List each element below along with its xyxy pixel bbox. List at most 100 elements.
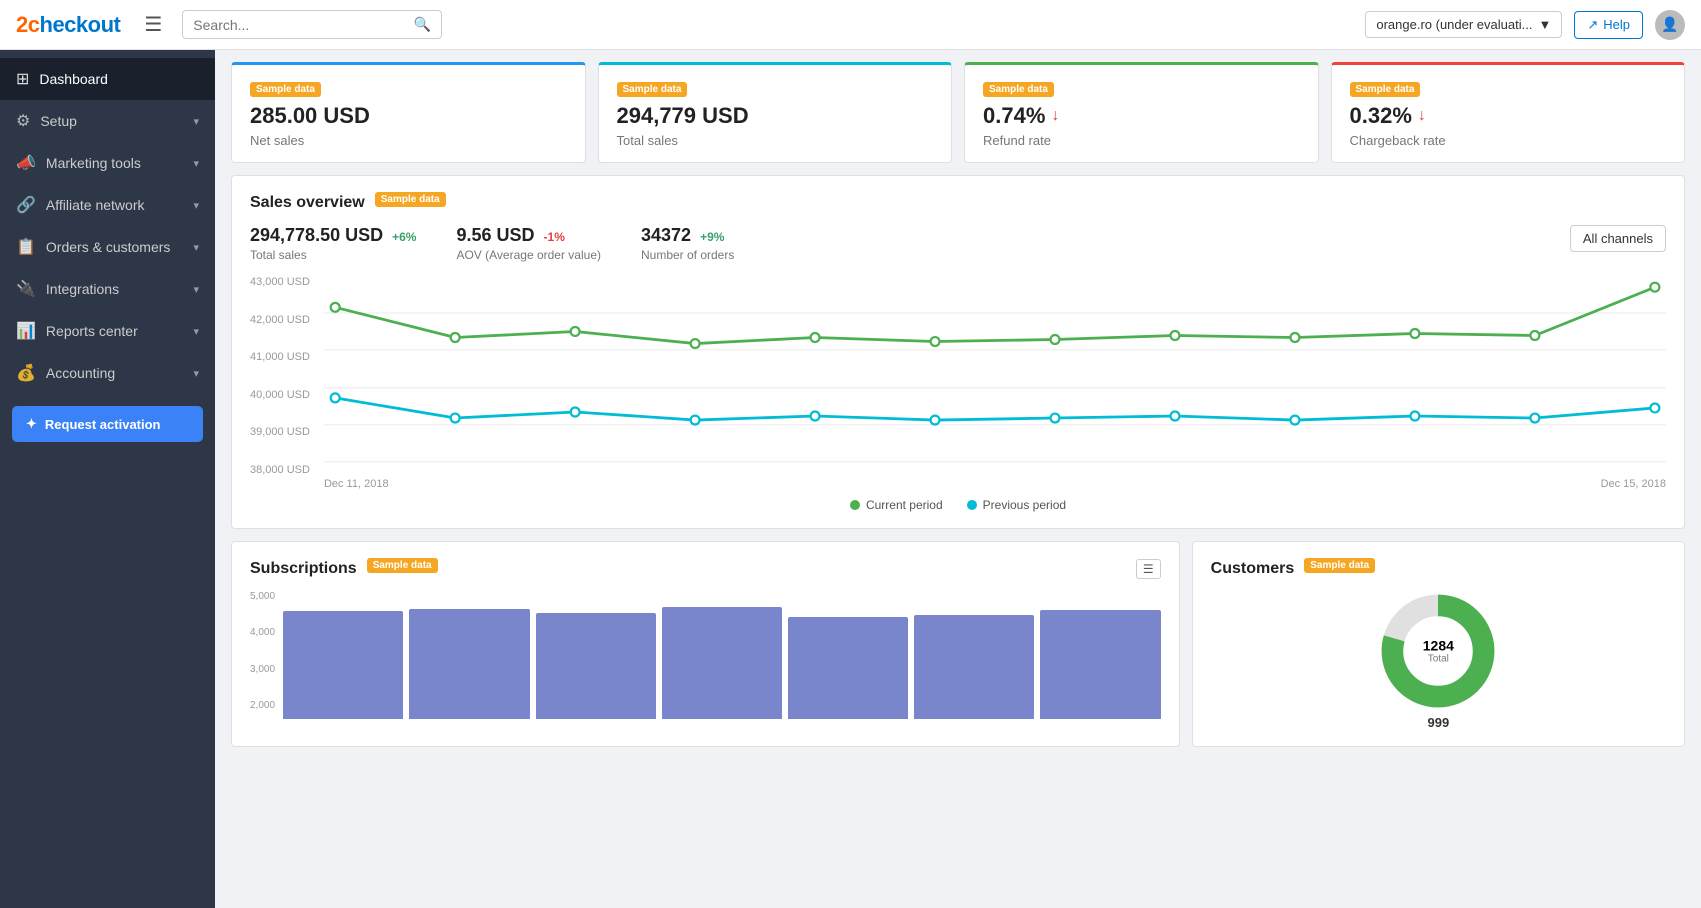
metric-label-0: Net sales	[250, 133, 567, 148]
subscriptions-bar-chart: 5,000 4,000 3,000 2,000	[250, 591, 1161, 719]
metric-card-0: Sample data 285.00 USD Net sales	[231, 62, 586, 163]
chart-y-label: 42,000 USD	[250, 314, 310, 326]
subscriptions-menu-icon[interactable]: ☰	[1136, 559, 1161, 579]
sub-y-label: 5,000	[250, 591, 275, 602]
sidebar-label-orders-customers: Orders & customers	[46, 239, 184, 255]
customers-header: Customers Sample data	[1211, 558, 1666, 579]
chevron-icon: ▾	[193, 199, 199, 212]
sales-stats-row: 294,778.50 USD +6% Total sales 9.56 USD …	[250, 225, 1666, 262]
sidebar-item-setup[interactable]: ⚙ Setup ▾	[0, 100, 215, 142]
chart-y-axis: 43,000 USD42,000 USD41,000 USD40,000 USD…	[250, 276, 316, 476]
trend-icon-2: ↓	[1051, 107, 1059, 125]
logo[interactable]: 2checkout	[16, 12, 120, 38]
sidebar-item-affiliate-network[interactable]: 🔗 Affiliate network ▾	[0, 184, 215, 226]
account-selector[interactable]: orange.ro (under evaluati... ▼	[1365, 11, 1562, 38]
subscription-bar-2	[536, 613, 656, 719]
customers-segment-value: 999	[1427, 715, 1449, 730]
all-channels-button[interactable]: All channels	[1570, 225, 1666, 252]
account-label: orange.ro (under evaluati...	[1376, 17, 1532, 32]
request-activation-button[interactable]: ✦ Request activation	[12, 406, 203, 442]
sidebar-icon-dashboard: ⊞	[16, 69, 29, 89]
user-icon: 👤	[1661, 16, 1678, 33]
subscription-bar-6	[1040, 610, 1160, 719]
chevron-icon: ▾	[193, 325, 199, 338]
metric-label-1: Total sales	[617, 133, 934, 148]
chart-legend: Current period Previous period	[250, 498, 1666, 512]
subscription-bar-0	[283, 611, 403, 719]
main-content: Sample data 285.00 USD Net sales Sample …	[215, 50, 1701, 908]
metric-value-3: 0.32% ↓	[1350, 103, 1667, 129]
sub-y-label: 4,000	[250, 627, 275, 638]
sidebar-icon-integrations: 🔌	[16, 279, 36, 299]
customers-card: Customers Sample data 1284 Total	[1192, 541, 1685, 747]
chevron-icon: ▾	[193, 283, 199, 296]
bottom-row: Subscriptions Sample data ☰ 5,000 4,000 3,…	[231, 541, 1685, 747]
sidebar-item-dashboard[interactable]: ⊞ Dashboard	[0, 58, 215, 100]
metric-label-2: Refund rate	[983, 133, 1300, 148]
sidebar-item-orders-customers[interactable]: 📋 Orders & customers ▾	[0, 226, 215, 268]
subscriptions-badge: Sample data	[367, 558, 438, 573]
sidebar-item-reports-center[interactable]: 📊 Reports center ▾	[0, 310, 215, 352]
subscriptions-card: Subscriptions Sample data ☰ 5,000 4,000 3,…	[231, 541, 1180, 747]
chart-y-label: 38,000 USD	[250, 464, 310, 476]
sales-overview-card: Sales overview Sample data 294,778.50 US…	[231, 175, 1685, 529]
subscription-bar-5	[914, 615, 1034, 719]
external-link-icon: ↗	[1587, 17, 1598, 33]
legend-current: Current period	[850, 498, 943, 512]
sidebar-icon-reports-center: 📊	[16, 321, 36, 341]
avatar[interactable]: 👤	[1655, 10, 1685, 40]
sub-y-label: 2,000	[250, 700, 275, 711]
subscription-bar-1	[409, 609, 529, 719]
chevron-icon: ▾	[193, 367, 199, 380]
chevron-down-icon: ▼	[1538, 17, 1551, 32]
subscriptions-title: Subscriptions	[250, 560, 357, 578]
sidebar-item-marketing-tools[interactable]: 📣 Marketing tools ▾	[0, 142, 215, 184]
chart-y-label: 43,000 USD	[250, 276, 310, 288]
subscriptions-header: Subscriptions Sample data ☰	[250, 558, 1161, 579]
customers-title: Customers	[1211, 560, 1295, 578]
search-box[interactable]: 🔍	[182, 10, 442, 39]
metric-cards-row: Sample data 285.00 USD Net sales Sample …	[231, 62, 1685, 163]
help-button[interactable]: ↗ Help	[1574, 11, 1643, 39]
sales-overview-badge: Sample data	[375, 192, 446, 207]
metric-badge-1: Sample data	[617, 82, 688, 97]
metric-card-3: Sample data 0.32% ↓ Chargeback rate	[1331, 62, 1686, 163]
metric-value-1: 294,779 USD	[617, 103, 934, 129]
sidebar-item-accounting[interactable]: 💰 Accounting ▾	[0, 352, 215, 394]
chevron-icon: ▾	[193, 157, 199, 170]
search-input[interactable]	[193, 17, 414, 33]
chart-y-label: 40,000 USD	[250, 389, 310, 401]
chevron-icon: ▾	[193, 241, 199, 254]
sidebar-label-marketing-tools: Marketing tools	[46, 155, 184, 171]
subscription-bar-4	[788, 617, 908, 719]
subscription-bar-3	[662, 607, 782, 719]
metric-badge-2: Sample data	[983, 82, 1054, 97]
sidebar-item-integrations[interactable]: 🔌 Integrations ▾	[0, 268, 215, 310]
sales-overview-header: Sales overview Sample data	[250, 192, 1666, 213]
metric-value-2: 0.74% ↓	[983, 103, 1300, 129]
sidebar-label-dashboard: Dashboard	[39, 71, 199, 87]
trend-icon-3: ↓	[1418, 107, 1426, 125]
metric-badge-3: Sample data	[1350, 82, 1421, 97]
sidebar-icon-setup: ⚙	[16, 111, 30, 131]
sidebar-icon-orders-customers: 📋	[16, 237, 36, 257]
sidebar-label-integrations: Integrations	[46, 281, 184, 297]
chart-y-label: 39,000 USD	[250, 426, 310, 438]
metric-badge-0: Sample data	[250, 82, 321, 97]
sidebar-label-accounting: Accounting	[46, 365, 184, 381]
sidebar-label-affiliate-network: Affiliate network	[46, 197, 184, 213]
customers-donut: 1284 Total 999	[1211, 591, 1666, 730]
topnav-right: orange.ro (under evaluati... ▼ ↗ Help 👤	[1365, 10, 1685, 40]
hamburger-menu-icon[interactable]: ☰	[144, 12, 162, 37]
legend-previous: Previous period	[967, 498, 1066, 512]
search-icon: 🔍	[414, 16, 431, 33]
sidebar-label-reports-center: Reports center	[46, 323, 184, 339]
sidebar-label-setup: Setup	[40, 113, 183, 129]
aov-stat: 9.56 USD -1% AOV (Average order value)	[456, 225, 601, 262]
main-layout: ⊞ Dashboard ⚙ Setup ▾ 📣 Marketing tools …	[0, 50, 1701, 908]
activation-icon: ✦	[26, 416, 37, 432]
sidebar-icon-affiliate-network: 🔗	[16, 195, 36, 215]
sub-y-label: 3,000	[250, 664, 275, 675]
sidebar: ⊞ Dashboard ⚙ Setup ▾ 📣 Marketing tools …	[0, 50, 215, 908]
metric-label-3: Chargeback rate	[1350, 133, 1667, 148]
